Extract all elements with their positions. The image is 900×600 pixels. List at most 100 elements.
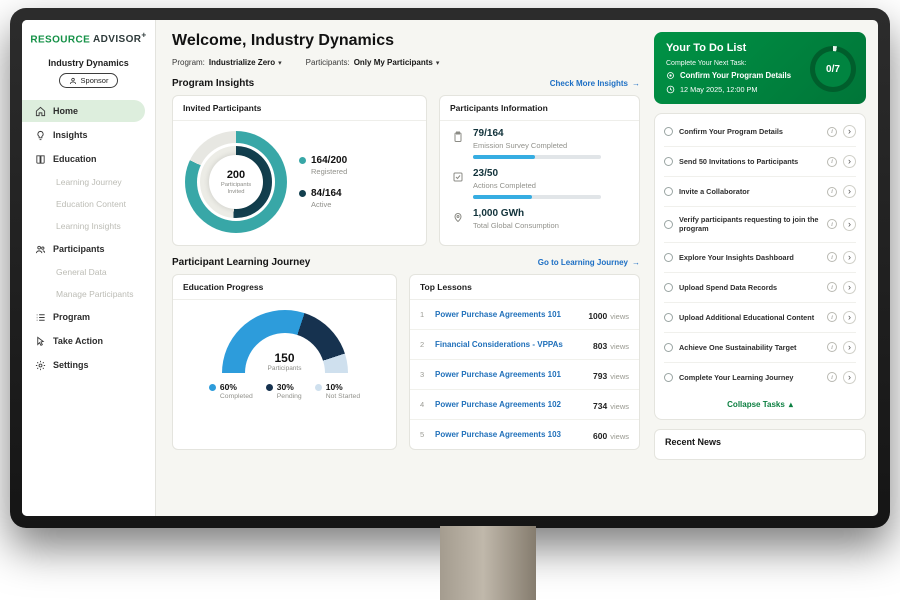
info-icon[interactable]: i — [827, 372, 837, 382]
task-explore-insights[interactable]: Explore Your Insights Dashboard i › — [664, 243, 856, 273]
lesson-link[interactable]: Financial Considerations - VPPAs — [435, 340, 585, 349]
page-title: Welcome, Industry Dynamics — [172, 32, 640, 50]
gauge-center-value: 150 — [222, 351, 348, 365]
sidebar-item-home[interactable]: Home — [22, 100, 145, 122]
checkbox-icon[interactable] — [664, 187, 673, 196]
logo-plus: + — [141, 30, 146, 40]
sidebar-item-label: Participants — [53, 244, 105, 254]
lightbulb-icon — [35, 130, 46, 141]
sidebar-item-insights[interactable]: Insights — [22, 124, 155, 146]
card-title: Education Progress — [173, 275, 396, 300]
education-progress-card: Education Progress 150 Participants — [172, 274, 397, 450]
monitor-stand — [440, 526, 536, 600]
checkbox-icon[interactable] — [664, 127, 673, 136]
task-achieve-target[interactable]: Achieve One Sustainability Target i › — [664, 333, 856, 363]
checkbox-icon[interactable] — [664, 373, 673, 382]
participants-dropdown[interactable]: Participants: Only My Participants ▾ — [306, 58, 440, 67]
lesson-row[interactable]: 5 Power Purchase Agreements 103 600views — [410, 420, 639, 449]
sponsor-badge[interactable]: Sponsor — [59, 73, 119, 88]
task-send-invitations[interactable]: Send 50 Invitations to Participants i › — [664, 147, 856, 177]
todo-panel: Your To Do List Complete Your Next Task:… — [654, 20, 878, 516]
legend-completed: 60% Completed — [209, 382, 253, 400]
info-icon[interactable]: i — [827, 157, 837, 167]
people-icon — [35, 244, 46, 255]
lesson-link[interactable]: Power Purchase Agreements 101 — [435, 370, 585, 379]
lesson-row[interactable]: 2 Financial Considerations - VPPAs 803vi… — [410, 330, 639, 360]
info-icon[interactable]: i — [827, 219, 837, 229]
chevron-right-icon[interactable]: › — [843, 341, 856, 354]
lesson-link[interactable]: Power Purchase Agreements 101 — [435, 310, 580, 319]
sponsor-badge-label: Sponsor — [81, 76, 109, 85]
clock-icon — [666, 85, 675, 94]
dashboard-screen: RESOURCE ADVISOR+ Industry Dynamics Spon… — [22, 20, 878, 516]
sidebar-item-participants[interactable]: Participants — [22, 238, 155, 260]
top-lessons-card: Top Lessons 1 Power Purchase Agreements … — [409, 274, 640, 450]
legend-registered: 164/200 Registered — [299, 155, 347, 176]
checkbox-icon[interactable] — [664, 157, 673, 166]
person-icon — [69, 77, 77, 85]
learning-cards-row: Education Progress 150 Participants — [172, 274, 640, 450]
chevron-right-icon[interactable]: › — [843, 251, 856, 264]
sidebar-item-education-content[interactable]: Education Content — [22, 194, 155, 214]
checkbox-icon[interactable] — [664, 313, 673, 322]
program-dropdown[interactable]: Program: Industrialize Zero ▾ — [172, 58, 282, 67]
chevron-right-icon[interactable]: › — [843, 371, 856, 384]
chevron-up-icon: ▴ — [789, 400, 793, 409]
sidebar-nav: Home Insights Education Learning Journey… — [22, 100, 155, 376]
chevron-right-icon[interactable]: › — [843, 281, 856, 294]
info-icon[interactable]: i — [827, 127, 837, 137]
clipboard-icon — [452, 130, 464, 142]
card-title: Participants Information — [440, 96, 639, 121]
sidebar-item-learning-insights[interactable]: Learning Insights — [22, 216, 155, 236]
sidebar-item-program[interactable]: Program — [22, 306, 155, 328]
stat-global-consumption: 1,000 GWh Total Global Consumption — [440, 201, 639, 232]
sidebar-item-manage-participants[interactable]: Manage Participants — [22, 284, 155, 304]
chevron-right-icon[interactable]: › — [843, 155, 856, 168]
go-to-learning-journey-link[interactable]: Go to Learning Journey → — [538, 258, 640, 267]
todo-progress-value: 0/7 — [815, 51, 851, 87]
sidebar-item-take-action[interactable]: Take Action — [22, 330, 155, 352]
legend-dot — [299, 190, 306, 197]
lesson-link[interactable]: Power Purchase Agreements 103 — [435, 430, 585, 439]
chevron-right-icon[interactable]: › — [843, 185, 856, 198]
checkbox-icon[interactable] — [664, 220, 673, 229]
lesson-row[interactable]: 1 Power Purchase Agreements 101 1000view… — [410, 300, 639, 330]
check-more-insights-link[interactable]: Check More Insights → — [550, 79, 640, 88]
task-verify-participants[interactable]: Verify participants requesting to join t… — [664, 207, 856, 243]
task-upload-spend-data[interactable]: Upload Spend Data Records i › — [664, 273, 856, 303]
task-confirm-program[interactable]: Confirm Your Program Details i › — [664, 117, 856, 147]
learning-journey-header: Participant Learning Journey Go to Learn… — [172, 257, 640, 268]
checkbox-icon[interactable] — [664, 253, 673, 262]
info-icon[interactable]: i — [827, 312, 837, 322]
info-icon[interactable]: i — [827, 342, 837, 352]
chevron-right-icon[interactable]: › — [843, 125, 856, 138]
stat-actions-completed: 23/50 Actions Completed — [440, 161, 639, 201]
sidebar-item-settings[interactable]: Settings — [22, 354, 155, 376]
section-title: Program Insights — [172, 78, 254, 89]
lesson-row[interactable]: 3 Power Purchase Agreements 101 793views — [410, 360, 639, 390]
section-title: Participant Learning Journey — [172, 257, 310, 268]
chevron-right-icon[interactable]: › — [843, 218, 856, 231]
sidebar-item-label: General Data — [56, 267, 107, 277]
sidebar-item-general-data[interactable]: General Data — [22, 262, 155, 282]
task-invite-collaborator[interactable]: Invite a Collaborator i › — [664, 177, 856, 207]
card-title: Invited Participants — [173, 96, 426, 121]
lesson-link[interactable]: Power Purchase Agreements 102 — [435, 400, 585, 409]
info-icon[interactable]: i — [827, 187, 837, 197]
checkbox-icon[interactable] — [664, 343, 673, 352]
recent-news-title: Recent News — [665, 437, 721, 447]
main-content: Welcome, Industry Dynamics Program: Indu… — [156, 20, 654, 516]
lesson-row[interactable]: 4 Power Purchase Agreements 102 734views — [410, 390, 639, 420]
checkbox-icon[interactable] — [664, 283, 673, 292]
info-icon[interactable]: i — [827, 252, 837, 262]
task-upload-educational-content[interactable]: Upload Additional Educational Content i … — [664, 303, 856, 333]
task-complete-learning-journey[interactable]: Complete Your Learning Journey i › — [664, 363, 856, 392]
chevron-right-icon[interactable]: › — [843, 311, 856, 324]
collapse-tasks-link[interactable]: Collapse Tasks ▴ — [664, 392, 856, 416]
education-gauge: 150 Participants — [222, 310, 348, 373]
sidebar-item-label: Education Content — [56, 199, 126, 209]
sidebar-item-learning-journey[interactable]: Learning Journey — [22, 172, 155, 192]
info-icon[interactable]: i — [827, 282, 837, 292]
sidebar-item-education[interactable]: Education — [22, 148, 155, 170]
invited-donut-inner: 200 Participants Invited — [197, 143, 275, 221]
